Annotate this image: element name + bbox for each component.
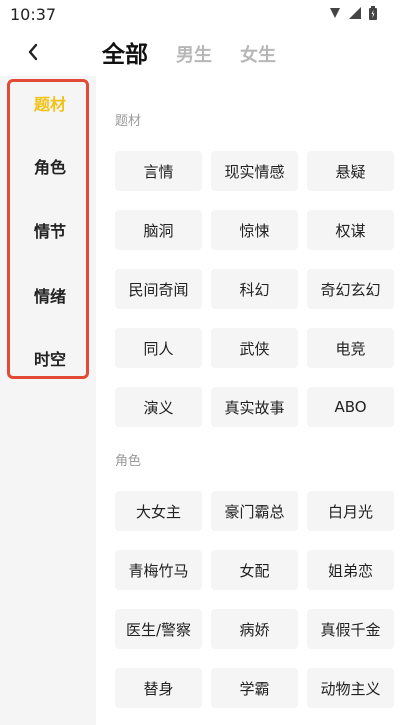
tag-chip[interactable]: 脑洞 [115,210,202,250]
tag-chip[interactable]: 真实故事 [211,387,298,427]
tag-chip[interactable]: 医生/警察 [115,609,202,649]
tag-chip[interactable]: 学霸 [211,668,298,708]
section-title-subject: 题材 [115,114,142,129]
tag-chip[interactable]: 现实情感 [211,151,298,191]
tag-chip[interactable]: 奇幻玄幻 [307,269,394,309]
tag-chip[interactable]: 民间奇闻 [115,269,202,309]
tag-chip[interactable]: 白月光 [307,491,394,531]
tag-chip[interactable]: 动物主义 [307,668,394,708]
sidebar-item-role[interactable]: 角色 [0,154,100,178]
tag-content: 题材 言情 现实情感 悬疑 脑洞 惊悚 权谋 民间奇闻 科幻 奇幻玄幻 同人 武… [96,76,408,725]
tag-chip[interactable]: 演义 [115,387,202,427]
tag-chip[interactable]: 病娇 [211,609,298,649]
tab-male[interactable]: 男生 [176,41,212,67]
tag-chip[interactable]: 惊悚 [211,210,298,250]
status-bar: 10:37 [0,0,408,30]
tag-chip[interactable]: 替身 [115,668,202,708]
back-button[interactable] [20,38,46,66]
sidebar-item-era[interactable]: 时空 [0,346,100,370]
battery-icon [369,6,377,20]
tag-chip[interactable]: 同人 [115,328,202,368]
category-sidebar: 题材 角色 情节 情绪 时空 [0,76,96,725]
section-title-role: 角色 [115,454,142,469]
tag-chip[interactable]: ABO [307,387,394,427]
cellular-signal-icon [349,7,361,19]
tag-chip[interactable]: 权谋 [307,210,394,250]
status-icons [328,5,378,21]
tag-chip[interactable]: 武侠 [211,328,298,368]
tag-chip[interactable]: 青梅竹马 [115,550,202,590]
tag-chip[interactable]: 悬疑 [307,151,394,191]
header: 全部 男生 女生 [0,30,408,76]
tag-chip[interactable]: 女配 [211,550,298,590]
tag-chip[interactable]: 豪门霸总 [211,491,298,531]
tab-female[interactable]: 女生 [240,41,276,67]
chevron-left-icon [28,43,38,61]
tag-chip[interactable]: 科幻 [211,269,298,309]
tag-chip[interactable]: 言情 [115,151,202,191]
tab-all[interactable]: 全部 [102,35,148,69]
network-signal-icon [330,8,340,18]
sidebar-item-emotion[interactable]: 情绪 [0,283,100,307]
status-time: 10:37 [10,5,57,24]
sidebar-item-subject[interactable]: 题材 [0,91,100,115]
tag-chip[interactable]: 姐弟恋 [307,550,394,590]
tag-chip[interactable]: 电竞 [307,328,394,368]
sidebar-item-plot[interactable]: 情节 [0,218,100,242]
tag-chip[interactable]: 真假千金 [307,609,394,649]
tag-chip[interactable]: 大女主 [115,491,202,531]
